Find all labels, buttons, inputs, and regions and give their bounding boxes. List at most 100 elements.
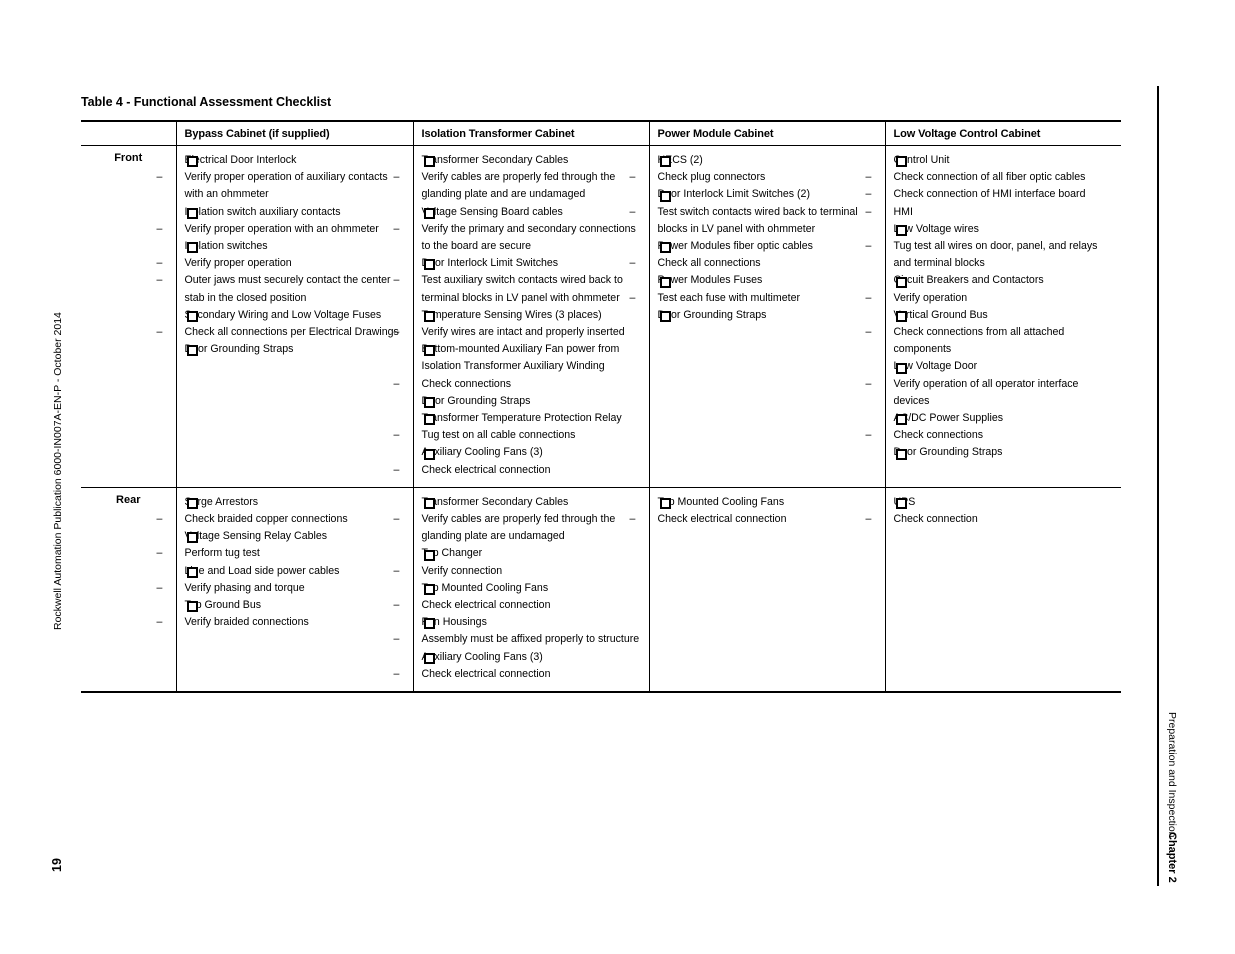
checklist-item[interactable]: Electrical Door Interlock	[185, 152, 405, 169]
checkbox-icon[interactable]	[895, 362, 907, 374]
checklist-item[interactable]: Fan Housings	[422, 614, 641, 631]
checklist-subitem-label: Verify connection	[421, 564, 503, 577]
checkbox-icon[interactable]	[423, 618, 435, 630]
checklist-item[interactable]: Tap Changer	[422, 545, 641, 562]
checkbox-icon[interactable]	[186, 242, 198, 254]
table-body: Front Electrical Door Interlock – Verify p…	[81, 145, 1121, 694]
checklist-item[interactable]: Secondary Wiring and Low Voltage Fuses	[185, 307, 405, 324]
checklist-item[interactable]: Door Interlock Limit Switches	[422, 255, 641, 272]
column-header-low-voltage-control-cabinet: Low Voltage Control Cabinet	[884, 120, 1121, 146]
checklist-item[interactable]: Door Interlock Limit Switches (2)	[658, 186, 877, 203]
checklist-item[interactable]: AC/DC Power Supplies	[894, 410, 1114, 427]
checkbox-icon[interactable]	[423, 549, 435, 561]
checklist-item[interactable]: UPS	[894, 494, 1114, 511]
checklist-item[interactable]: Voltage Sensing Relay Cables	[185, 528, 405, 545]
checkbox-icon[interactable]	[186, 207, 198, 219]
checkbox-icon[interactable]	[423, 498, 435, 510]
checklist-subitem: – Assembly must be affixed properly to st…	[394, 631, 641, 648]
checkbox-icon[interactable]	[895, 276, 907, 288]
checklist-item[interactable]: Top Mounted Cooling Fans	[658, 494, 877, 511]
checkbox-icon[interactable]	[423, 156, 435, 168]
checklist-subitem-label: Check all connections	[657, 257, 761, 270]
checklist-item-continuation-label: Isolation Transformer Auxiliary Winding	[421, 360, 605, 373]
checklist-front-isolation: Transformer Secondary Cables – Verify cabl…	[394, 152, 641, 479]
checklist-item[interactable]: Door Grounding Straps	[894, 444, 1114, 461]
checklist-item[interactable]: Line and Load side power cables	[185, 563, 405, 580]
checklist-item[interactable]: Surge Arrestors	[185, 494, 405, 511]
checklist-item[interactable]: Isolation switches	[185, 238, 405, 255]
checkbox-icon[interactable]	[659, 156, 671, 168]
checklist-item[interactable]: Low Voltage Door	[894, 358, 1114, 375]
dash-bullet-icon: –	[865, 188, 872, 201]
checklist-subitem: – HMI	[866, 204, 1114, 221]
checkbox-icon[interactable]	[895, 498, 907, 510]
checklist-item[interactable]: HECS (2)	[658, 152, 877, 169]
checklist-item[interactable]: Auxiliary Cooling Fans (3)	[422, 444, 641, 461]
chapter-running-head: Preparation and Inspection	[1166, 712, 1178, 838]
checkbox-icon[interactable]	[423, 652, 435, 664]
dash-bullet-icon: –	[629, 171, 636, 184]
page-number: 19	[50, 858, 64, 872]
checklist-item[interactable]: Transformer Secondary Cables	[422, 152, 641, 169]
checkbox-icon[interactable]	[659, 498, 671, 510]
checkbox-icon[interactable]	[895, 311, 907, 323]
dash-bullet-icon: –	[393, 599, 400, 612]
table-header: Bypass Cabinet (if supplied) Isolation T…	[81, 120, 1121, 146]
checklist-item[interactable]: Door Grounding Straps	[185, 341, 405, 358]
checkbox-icon[interactable]	[659, 311, 671, 323]
checkbox-icon[interactable]	[659, 190, 671, 202]
checklist-item[interactable]: Transformer Secondary Cables	[422, 494, 641, 511]
checklist-item[interactable]: Low Voltage wires	[894, 221, 1114, 238]
checkbox-icon[interactable]	[895, 448, 907, 460]
cell-front-lowvoltage: Control Unit – Check connection of all fib…	[866, 145, 1121, 488]
checklist-item[interactable]: Vertical Ground Bus	[894, 307, 1114, 324]
checkbox-icon[interactable]	[186, 345, 198, 357]
checklist-subitem: – Verify operation of all operator interf…	[866, 376, 1114, 410]
checklist-item[interactable]: Control Unit	[894, 152, 1114, 169]
checkbox-icon[interactable]	[895, 225, 907, 236]
checklist-subitem: – Check connection of all fiber optic cab…	[866, 169, 1114, 186]
checkbox-icon[interactable]	[186, 498, 198, 510]
checkbox-icon[interactable]	[423, 414, 435, 426]
checklist-subitem: – Check all connections	[630, 255, 877, 272]
checkbox-icon[interactable]	[186, 311, 198, 323]
checklist-item[interactable]: Bottom-mounted Auxiliary Fan power from	[422, 341, 641, 358]
checkbox-icon[interactable]	[423, 448, 435, 460]
dash-bullet-icon: –	[393, 564, 400, 577]
checklist-item[interactable]: Voltage Sensing Board cables	[422, 204, 641, 221]
checklist-item[interactable]: Door Grounding Straps	[658, 307, 877, 324]
checklist-item[interactable]: Circuit Breakers and Contactors	[894, 272, 1114, 289]
checkbox-icon[interactable]	[186, 532, 198, 544]
checkbox-icon[interactable]	[423, 207, 435, 219]
checkbox-icon[interactable]	[186, 156, 198, 168]
checklist-item[interactable]: Door Grounding Straps	[422, 393, 641, 410]
dash-bullet-icon: –	[156, 257, 163, 270]
checkbox-icon[interactable]	[423, 345, 435, 357]
checkbox-icon[interactable]	[186, 601, 198, 613]
checklist-item[interactable]: Top Ground Bus	[185, 597, 405, 614]
checklist-item[interactable]: Power Modules Fuses	[658, 272, 877, 289]
chapter-number-label: Chapter 2	[1166, 832, 1178, 883]
checkbox-icon[interactable]	[659, 276, 671, 288]
checklist-item[interactable]: Isolation switch auxiliary contacts	[185, 204, 405, 221]
checkbox-icon[interactable]	[423, 259, 435, 271]
checkbox-icon[interactable]	[423, 311, 435, 323]
checklist-item[interactable]: Top Mounted Cooling Fans	[422, 580, 641, 597]
checkbox-icon[interactable]	[895, 156, 907, 168]
checklist-item[interactable]: Transformer Temperature Protection Relay	[422, 410, 641, 427]
checklist-front-power: HECS (2) – Check plug connectors Door Inter…	[630, 152, 877, 324]
checkbox-icon[interactable]	[659, 242, 671, 254]
checkbox-icon[interactable]	[423, 397, 435, 409]
checklist-subitem: – Check all connections per Electrical Dr…	[157, 324, 405, 341]
checklist-item[interactable]: Auxiliary Cooling Fans (3)	[422, 649, 641, 666]
checkbox-icon[interactable]	[895, 414, 907, 426]
checklist-item-label: Auxiliary Cooling Fans (3)	[421, 446, 543, 459]
checklist-subitem: – Tug test on all cable connections	[394, 427, 641, 444]
checkbox-icon[interactable]	[186, 566, 198, 578]
cell-rear-isolation: Transformer Secondary Cables – Verify cabl…	[394, 487, 649, 694]
checklist-item[interactable]: Power Modules fiber optic cables	[658, 238, 877, 255]
checklist-item[interactable]: Temperature Sensing Wires (3 places)	[422, 307, 641, 324]
checkbox-icon[interactable]	[423, 584, 435, 596]
checklist-subitem: – Test auxiliary switch contacts wired ba…	[394, 272, 641, 306]
checklist-item-label: Door Grounding Straps	[421, 394, 531, 407]
